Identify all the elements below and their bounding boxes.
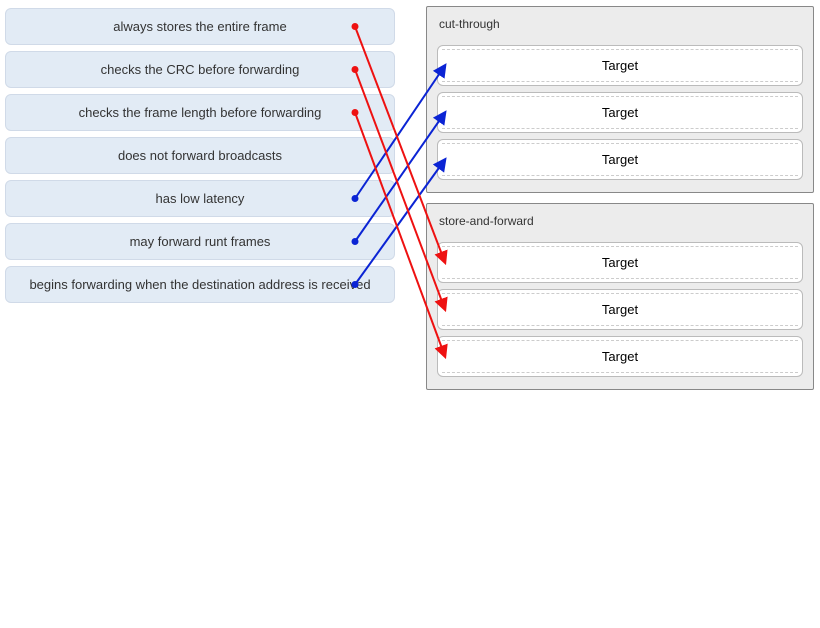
target-slot[interactable]: Target: [437, 242, 803, 283]
target-slot[interactable]: Target: [437, 139, 803, 180]
source-label: begins forwarding when the destination a…: [29, 277, 370, 292]
source-label: may forward runt frames: [130, 234, 271, 249]
source-label: checks the frame length before forwardin…: [79, 105, 322, 120]
source-label: always stores the entire frame: [113, 19, 286, 34]
source-item[interactable]: does not forward broadcasts: [5, 137, 395, 174]
target-group-cut-through: cut-through Target Target Target: [426, 6, 814, 193]
target-label: Target: [602, 255, 638, 270]
source-label: has low latency: [156, 191, 245, 206]
source-item[interactable]: checks the CRC before forwarding: [5, 51, 395, 88]
target-slot[interactable]: Target: [437, 45, 803, 86]
source-item[interactable]: checks the frame length before forwardin…: [5, 94, 395, 131]
source-item[interactable]: has low latency: [5, 180, 395, 217]
source-label: checks the CRC before forwarding: [101, 62, 300, 77]
source-list: always stores the entire frame checks th…: [0, 0, 400, 628]
target-label: Target: [602, 349, 638, 364]
group-title: store-and-forward: [433, 210, 807, 236]
target-slot[interactable]: Target: [437, 289, 803, 330]
group-title: cut-through: [433, 13, 807, 39]
source-label: does not forward broadcasts: [118, 148, 282, 163]
source-item[interactable]: always stores the entire frame: [5, 8, 395, 45]
target-slot[interactable]: Target: [437, 336, 803, 377]
target-label: Target: [602, 105, 638, 120]
target-label: Target: [602, 302, 638, 317]
target-panel: cut-through Target Target Target store-a…: [420, 0, 820, 628]
target-group-store-and-forward: store-and-forward Target Target Target: [426, 203, 814, 390]
source-item[interactable]: begins forwarding when the destination a…: [5, 266, 395, 303]
target-label: Target: [602, 152, 638, 167]
source-item[interactable]: may forward runt frames: [5, 223, 395, 260]
target-label: Target: [602, 58, 638, 73]
target-slot[interactable]: Target: [437, 92, 803, 133]
